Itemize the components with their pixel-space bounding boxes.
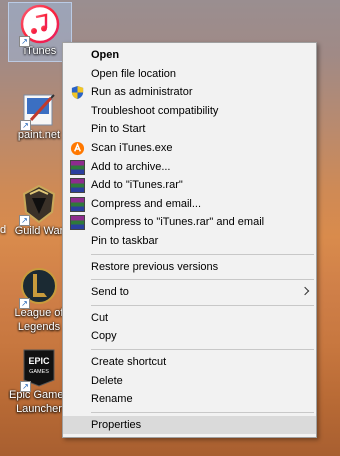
menu-item-open[interactable]: Open bbox=[63, 46, 316, 65]
menu-item-pin-to-start[interactable]: Pin to Start bbox=[63, 120, 316, 139]
winrar-icon bbox=[70, 178, 85, 194]
menu-item-add-to-rar[interactable]: Add to "iTunes.rar" bbox=[63, 176, 316, 195]
menu-separator bbox=[91, 279, 314, 281]
menu-item-add-to-archive[interactable]: Add to archive... bbox=[63, 158, 316, 177]
menu-item-restore-versions[interactable]: Restore previous versions bbox=[63, 258, 316, 277]
menu-item-properties[interactable]: Properties bbox=[63, 415, 316, 435]
menu-separator bbox=[91, 348, 314, 350]
menu-item-delete[interactable]: Delete bbox=[63, 372, 316, 391]
desktop-icon-label: Guild War bbox=[14, 225, 64, 237]
desktop-icon-label: League of Legends bbox=[14, 307, 64, 333]
shortcut-arrow-icon: ↗ bbox=[19, 298, 30, 309]
menu-separator bbox=[91, 253, 314, 255]
winrar-icon bbox=[70, 159, 85, 175]
chevron-right-icon bbox=[300, 286, 310, 296]
svg-text:EPIC: EPIC bbox=[28, 356, 50, 366]
menu-item-open-file-location[interactable]: Open file location bbox=[63, 65, 316, 84]
menu-separator bbox=[91, 411, 314, 413]
menu-item-troubleshoot[interactable]: Troubleshoot compatibility bbox=[63, 102, 316, 121]
menu-item-compress-email[interactable]: Compress and email... bbox=[63, 195, 316, 214]
menu-item-send-to[interactable]: Send to bbox=[63, 283, 316, 302]
menu-item-copy[interactable]: Copy bbox=[63, 327, 316, 346]
desktop-icon-league[interactable]: ↗ League of Legends bbox=[8, 266, 70, 334]
menu-item-rename[interactable]: Rename bbox=[63, 390, 316, 409]
context-menu: Open Open file location Run as administr… bbox=[62, 42, 317, 438]
menu-item-create-shortcut[interactable]: Create shortcut bbox=[63, 353, 316, 372]
shortcut-arrow-icon: ↗ bbox=[19, 36, 30, 47]
cut-off-label: d bbox=[0, 224, 7, 236]
menu-separator bbox=[91, 304, 314, 306]
menu-item-pin-taskbar[interactable]: Pin to taskbar bbox=[63, 232, 316, 251]
desktop-icon-guildwars[interactable]: ↗ Guild War bbox=[8, 184, 70, 238]
shortcut-arrow-icon: ↗ bbox=[20, 381, 31, 392]
menu-item-run-as-admin[interactable]: Run as administrator bbox=[63, 83, 316, 102]
desktop-icon-label: paint.net bbox=[17, 129, 61, 141]
shortcut-arrow-icon: ↗ bbox=[19, 215, 30, 226]
avast-icon bbox=[70, 141, 85, 156]
svg-text:GAMES: GAMES bbox=[29, 369, 49, 375]
menu-item-compress-rar-email[interactable]: Compress to "iTunes.rar" and email bbox=[63, 213, 316, 232]
desktop-icon-label: Epic Games Launcher bbox=[9, 389, 69, 415]
shortcut-arrow-icon: ↗ bbox=[20, 120, 31, 131]
winrar-icon bbox=[70, 215, 85, 231]
shield-icon bbox=[71, 86, 84, 100]
winrar-icon bbox=[70, 196, 85, 212]
desktop-icon-paintnet[interactable]: ↗ paint.net bbox=[8, 92, 70, 142]
menu-item-scan[interactable]: Scan iTunes.exe bbox=[63, 139, 316, 158]
menu-item-cut[interactable]: Cut bbox=[63, 309, 316, 328]
desktop-icon-epic[interactable]: EPIC GAMES ↗ Epic Games Launcher bbox=[8, 348, 70, 416]
